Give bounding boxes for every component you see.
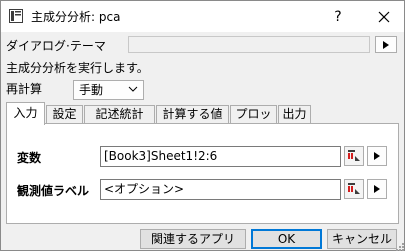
cancel-button[interactable]: キャンセル — [327, 229, 397, 249]
variables-range-picker-button[interactable] — [344, 146, 364, 166]
range-picker-icon — [348, 150, 360, 161]
tab-output[interactable]: 出力 — [278, 105, 311, 124]
title-bar[interactable]: 主成分分析: pca ? — [1, 1, 404, 32]
input-panel: 変数 [Book3]Sheet1!2:6 観測値ラベル <オプション> — [6, 123, 399, 224]
observation-labels-range-picker-button[interactable] — [344, 179, 364, 199]
observation-labels-menu-button[interactable] — [367, 179, 387, 199]
variables-menu-button[interactable] — [367, 146, 387, 166]
dialog-theme-field[interactable] — [128, 36, 370, 53]
close-button[interactable] — [364, 1, 404, 32]
tab-quantities[interactable]: 計算する値 — [156, 105, 229, 124]
tab-plots[interactable]: プロット — [230, 105, 277, 138]
dialog-theme-menu-button[interactable] — [375, 36, 397, 53]
chevron-down-icon — [128, 86, 138, 92]
window-title: 主成分分析: pca — [31, 10, 121, 24]
description-text: 主成分分析を実行します。 — [6, 61, 149, 75]
resize-grip-icon[interactable] — [394, 240, 404, 251]
variables-label: 変数 — [17, 151, 42, 165]
tab-descriptive-stats[interactable]: 記述統計 — [84, 105, 155, 124]
recalculate-select[interactable]: 手動 — [73, 80, 144, 100]
dialog-window: 主成分分析: pca ? ダイアログ·テーマ 主成分分析を実行します。 再計算 … — [0, 0, 405, 251]
triangle-right-icon — [374, 152, 380, 160]
tab-input[interactable]: 入力 — [6, 102, 45, 125]
observation-labels-input[interactable]: <オプション> — [100, 179, 341, 200]
triangle-right-icon — [383, 40, 389, 49]
app-icon — [9, 9, 23, 23]
ok-button[interactable]: OK — [251, 229, 322, 249]
recalculate-label: 再計算 — [6, 82, 43, 96]
tab-settings[interactable]: 設定 — [46, 105, 83, 124]
related-apps-button[interactable]: 関連するアプリ — [140, 229, 246, 249]
close-icon — [378, 11, 390, 22]
triangle-right-icon — [374, 185, 380, 193]
help-button[interactable]: ? — [321, 1, 355, 32]
recalculate-value: 手動 — [79, 83, 104, 97]
range-picker-icon — [348, 183, 360, 194]
dialog-theme-label: ダイアログ·テーマ — [6, 39, 106, 53]
variables-input[interactable]: [Book3]Sheet1!2:6 — [100, 146, 341, 167]
observation-labels-label: 観測値ラベル — [17, 184, 90, 198]
